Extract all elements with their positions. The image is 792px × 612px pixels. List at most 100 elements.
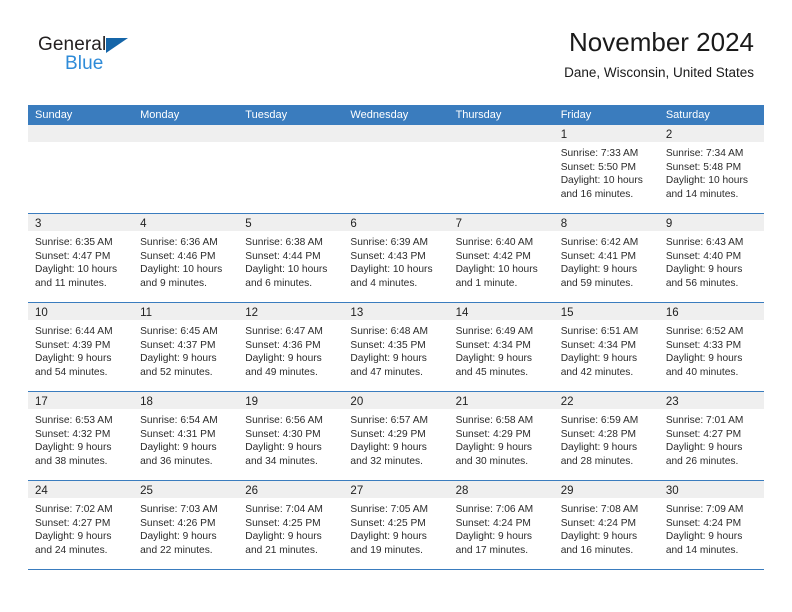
day-cell[interactable]: 30 Sunrise: 7:09 AM Sunset: 4:24 PM Dayligh… (658, 481, 764, 569)
sunrise-time: Sunrise: 7:08 AM (560, 504, 639, 515)
day-cell[interactable]: 17 Sunrise: 6:53 AM Sunset: 4:32 PM Dayligh… (28, 392, 134, 480)
day-number: 19 (245, 396, 259, 408)
weekday-header-monday: Monday (140, 109, 180, 121)
day-number: 4 (140, 218, 147, 230)
day-details: Sunrise: 6:53 AM Sunset: 4:32 PM Daylight:… (28, 409, 133, 472)
daylight-duration-line1: Daylight: 9 hours (665, 353, 743, 365)
day-cell[interactable]: 13 Sunrise: 6:48 AM Sunset: 4:35 PM Dayligh… (343, 303, 449, 391)
sunrise-time: Sunrise: 6:36 AM (140, 237, 218, 248)
day-number: 5 (245, 218, 252, 230)
calendar-grid: Sunday Monday Tuesday Wednesday Thursday… (28, 105, 764, 570)
daylight-duration-line2: and 11 minutes. (35, 277, 107, 289)
page-subtitle: Dane, Wisconsin, United States (564, 64, 754, 80)
day-cell[interactable]: 11 Sunrise: 6:45 AM Sunset: 4:37 PM Dayligh… (133, 303, 239, 391)
day-cell[interactable]: 23 Sunrise: 7:01 AM Sunset: 4:27 PM Dayligh… (658, 392, 764, 480)
daylight-duration-line2: and 54 minutes. (35, 366, 108, 378)
day-cell[interactable]: 24 Sunrise: 7:02 AM Sunset: 4:27 PM Dayligh… (28, 481, 134, 569)
sunset-time: Sunset: 4:35 PM (350, 339, 426, 351)
day-cell-empty (448, 125, 554, 213)
sunset-time: Sunset: 4:29 PM (455, 428, 531, 440)
day-cell[interactable]: 1 Sunrise: 7:33 AM Sunset: 5:50 PM Daylight… (553, 125, 659, 213)
day-details: Sunrise: 6:39 AM Sunset: 4:43 PM Daylight:… (343, 231, 448, 294)
daylight-duration-line1: Daylight: 9 hours (35, 442, 112, 454)
day-cell[interactable]: 26 Sunrise: 7:04 AM Sunset: 4:25 PM Dayligh… (238, 481, 344, 569)
day-number-band: 16 (658, 303, 764, 320)
sunrise-time: Sunrise: 6:39 AM (350, 237, 429, 248)
day-cell[interactable]: 9 Sunrise: 6:43 AM Sunset: 4:40 PM Daylight… (658, 214, 764, 302)
sunset-time: Sunset: 4:31 PM (140, 428, 216, 440)
sunrise-time: Sunrise: 6:56 AM (245, 415, 323, 426)
daylight-duration-line1: Daylight: 9 hours (455, 442, 533, 454)
day-cell[interactable]: 29 Sunrise: 7:08 AM Sunset: 4:24 PM Dayligh… (553, 481, 659, 569)
day-number-band: 10 (28, 303, 134, 320)
daylight-duration-line2: and 59 minutes. (560, 277, 634, 289)
sunrise-time: Sunrise: 7:02 AM (35, 504, 113, 515)
day-cell-empty (133, 125, 239, 213)
daylight-duration-line2: and 52 minutes. (140, 366, 213, 378)
sunrise-time: Sunrise: 6:54 AM (140, 415, 218, 426)
day-number: 10 (35, 307, 48, 319)
day-number-band: 2 (658, 125, 764, 142)
daylight-duration-line1: Daylight: 9 hours (455, 353, 533, 365)
daylight-duration-line1: Daylight: 9 hours (350, 353, 427, 365)
day-cell[interactable]: 2 Sunrise: 7:34 AM Sunset: 5:48 PM Daylight… (658, 125, 764, 213)
sunset-time: Sunset: 4:30 PM (245, 428, 321, 440)
daylight-duration-line1: Daylight: 9 hours (140, 531, 217, 543)
day-cell[interactable]: 4 Sunrise: 6:36 AM Sunset: 4:46 PM Daylight… (133, 214, 239, 302)
day-cell-empty (28, 125, 134, 213)
sunrise-time: Sunrise: 6:35 AM (35, 237, 113, 248)
day-cell[interactable]: 8 Sunrise: 6:42 AM Sunset: 4:41 PM Daylight… (553, 214, 659, 302)
title-block: November 2024 Dane, Wisconsin, United St… (564, 27, 754, 80)
weekday-header-tuesday: Tuesday (245, 109, 288, 121)
day-details: Sunrise: 6:44 AM Sunset: 4:39 PM Daylight:… (28, 320, 133, 383)
day-number: 29 (560, 485, 574, 497)
daylight-duration-line1: Daylight: 9 hours (665, 442, 743, 454)
daylight-duration-line1: Daylight: 9 hours (560, 264, 638, 276)
weekday-header-saturday: Saturday (665, 109, 710, 121)
day-cell[interactable]: 14 Sunrise: 6:49 AM Sunset: 4:34 PM Dayligh… (448, 303, 554, 391)
day-cell[interactable]: 3 Sunrise: 6:35 AM Sunset: 4:47 PM Daylight… (28, 214, 134, 302)
daylight-duration-line1: Daylight: 9 hours (665, 531, 743, 543)
daylight-duration-line1: Daylight: 9 hours (455, 531, 533, 543)
daylight-duration-line2: and 19 minutes. (350, 544, 423, 556)
day-details: Sunrise: 6:51 AM Sunset: 4:34 PM Daylight:… (554, 320, 659, 383)
day-cell[interactable]: 21 Sunrise: 6:58 AM Sunset: 4:29 PM Dayligh… (448, 392, 554, 480)
sunrise-time: Sunrise: 7:09 AM (665, 504, 744, 515)
day-number: 16 (665, 307, 679, 319)
daylight-duration-line2: and 24 minutes. (35, 544, 108, 556)
day-cell[interactable]: 19 Sunrise: 6:56 AM Sunset: 4:30 PM Dayligh… (238, 392, 344, 480)
day-cell[interactable]: 12 Sunrise: 6:47 AM Sunset: 4:36 PM Dayligh… (238, 303, 344, 391)
day-cell[interactable]: 7 Sunrise: 6:40 AM Sunset: 4:42 PM Daylight… (448, 214, 554, 302)
day-cell[interactable]: 5 Sunrise: 6:38 AM Sunset: 4:44 PM Daylight… (238, 214, 344, 302)
day-cell[interactable]: 10 Sunrise: 6:44 AM Sunset: 4:39 PM Dayligh… (28, 303, 134, 391)
calendar-week-row: 17 Sunrise: 6:53 AM Sunset: 4:32 PM Dayligh… (28, 392, 764, 481)
day-details: Sunrise: 7:09 AM Sunset: 4:24 PM Daylight:… (659, 498, 764, 561)
day-details: Sunrise: 6:42 AM Sunset: 4:41 PM Daylight:… (554, 231, 659, 294)
day-number-band: 19 (238, 392, 344, 409)
weekday-header-row: Sunday Monday Tuesday Wednesday Thursday… (28, 105, 764, 125)
daylight-duration-line1: Daylight: 9 hours (560, 353, 638, 365)
day-cell[interactable]: 6 Sunrise: 6:39 AM Sunset: 4:43 PM Daylight… (343, 214, 449, 302)
weekday-header-thursday: Thursday (455, 109, 502, 121)
day-number-band: 4 (133, 214, 239, 231)
day-cell[interactable]: 27 Sunrise: 7:05 AM Sunset: 4:25 PM Dayligh… (343, 481, 449, 569)
daylight-duration-line2: and 26 minutes. (665, 455, 739, 467)
day-cell[interactable]: 25 Sunrise: 7:03 AM Sunset: 4:26 PM Dayligh… (133, 481, 239, 569)
day-cell[interactable]: 22 Sunrise: 6:59 AM Sunset: 4:28 PM Dayligh… (553, 392, 659, 480)
sunrise-time: Sunrise: 6:43 AM (665, 237, 744, 248)
day-cell[interactable]: 20 Sunrise: 6:57 AM Sunset: 4:29 PM Dayligh… (343, 392, 449, 480)
day-number-band (448, 125, 554, 142)
day-cell[interactable]: 18 Sunrise: 6:54 AM Sunset: 4:31 PM Dayligh… (133, 392, 239, 480)
daylight-duration-line2: and 42 minutes. (560, 366, 634, 378)
day-cell[interactable]: 28 Sunrise: 7:06 AM Sunset: 4:24 PM Dayligh… (448, 481, 554, 569)
day-cell[interactable]: 16 Sunrise: 6:52 AM Sunset: 4:33 PM Dayligh… (658, 303, 764, 391)
day-number: 8 (560, 218, 568, 230)
daylight-duration-line2: and 17 minutes. (455, 544, 529, 556)
day-number-band: 6 (343, 214, 449, 231)
generalblue-logo[interactable]: General Blue (38, 34, 168, 80)
day-number-band: 21 (448, 392, 554, 409)
day-number: 11 (140, 307, 153, 319)
daylight-duration-line2: and 4 minutes. (350, 277, 418, 289)
sunrise-time: Sunrise: 7:01 AM (665, 415, 744, 426)
day-cell[interactable]: 15 Sunrise: 6:51 AM Sunset: 4:34 PM Dayligh… (553, 303, 659, 391)
